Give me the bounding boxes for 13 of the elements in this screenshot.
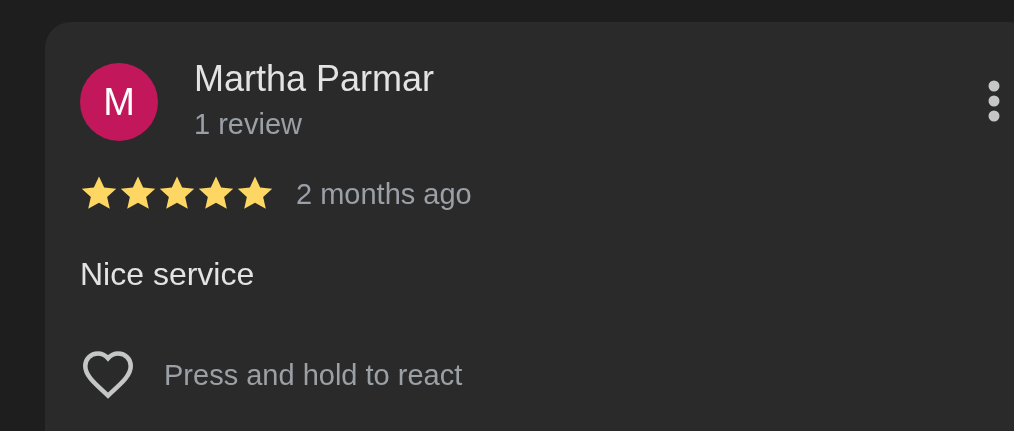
star-icon: [197, 175, 235, 211]
avatar: M: [80, 63, 158, 141]
star-icon: [158, 175, 196, 211]
review-time: 2 months ago: [296, 177, 472, 212]
star-icon: [119, 175, 157, 211]
review-text: Nice service: [80, 255, 256, 294]
heart-icon[interactable]: [80, 349, 136, 399]
star-icon: [80, 175, 118, 211]
more-options-icon[interactable]: [988, 80, 1000, 122]
star-icon: [236, 175, 274, 211]
review-count: 1 review: [194, 107, 303, 142]
author-name[interactable]: Martha Parmar: [194, 56, 435, 102]
react-hint: Press and hold to react: [164, 358, 463, 393]
